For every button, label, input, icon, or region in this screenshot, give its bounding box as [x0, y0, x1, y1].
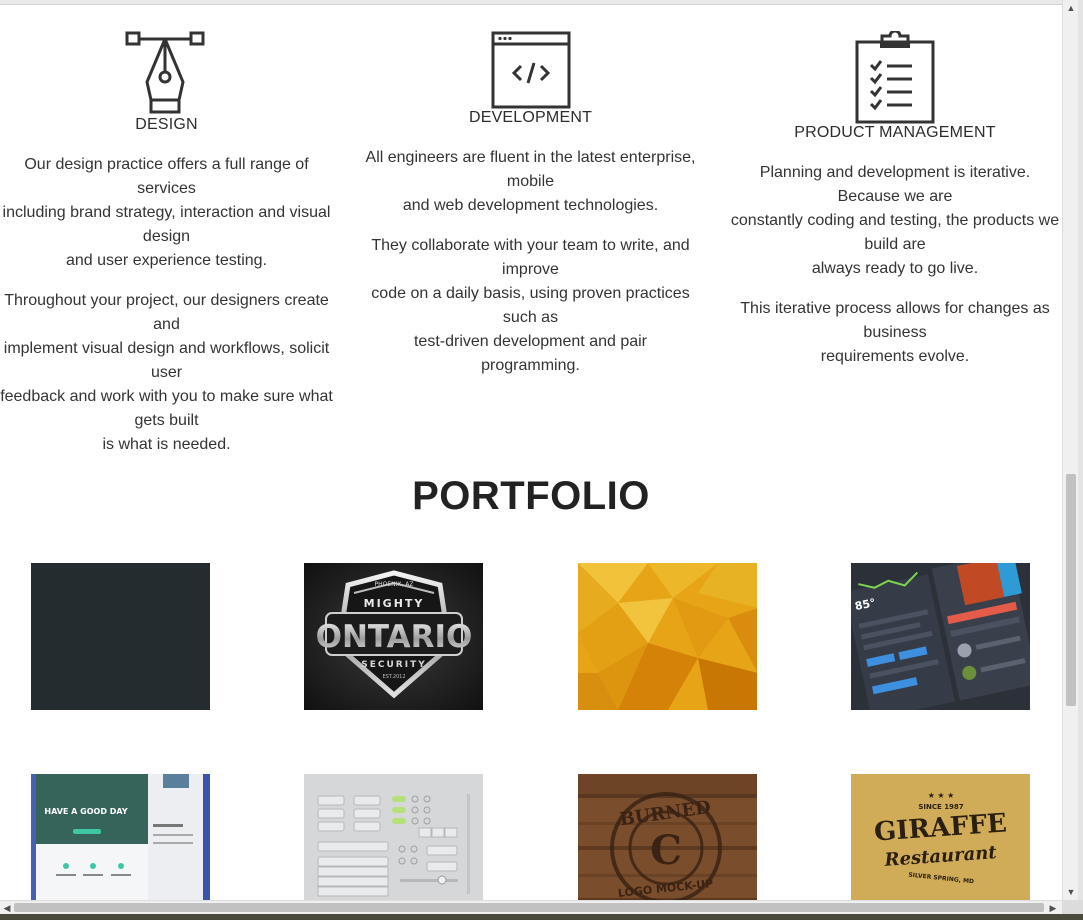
vertical-scrollbar[interactable]: ▲ ▼ — [1062, 0, 1079, 900]
scroll-down-arrow-icon[interactable]: ▼ — [1063, 884, 1079, 900]
pen-nib-icon — [125, 31, 204, 114]
service-design: DESIGN Our design practice offers a full… — [0, 30, 333, 473]
window-edge — [1078, 0, 1083, 900]
svg-text:SINCE 1987: SINCE 1987 — [918, 803, 963, 811]
svg-text:C: C — [650, 827, 682, 874]
scroll-up-arrow-icon[interactable]: ▲ — [1063, 0, 1079, 16]
svg-text:HAVE A GOOD DAY: HAVE A GOOD DAY — [44, 807, 127, 816]
service-title: DESIGN — [135, 116, 198, 133]
service-development: DEVELOPMENT All engineers are fluent in … — [363, 31, 698, 394]
svg-text:★ ★ ★: ★ ★ ★ — [928, 791, 955, 800]
service-product-management: PRODUCT MANAGEMENT Planning and developm… — [728, 31, 1062, 385]
service-paragraph: They collaborate with your team to write… — [371, 237, 690, 374]
horizontal-scrollbar-thumb[interactable] — [14, 903, 1044, 912]
desktop-strip — [0, 914, 1083, 920]
service-paragraph: Planning and development is iterative. B… — [730, 164, 1060, 277]
horizontal-scrollbar[interactable]: ◀ ▶ — [0, 900, 1062, 915]
service-paragraph: Our design practice offers a full range … — [2, 156, 331, 269]
portfolio-item-burned-logo[interactable]: BURNED C LOGO MOCK-UP — [578, 774, 757, 900]
scroll-right-arrow-icon[interactable]: ▶ — [1046, 901, 1060, 915]
svg-text:EST.2012: EST.2012 — [382, 674, 405, 680]
portfolio-item-mighty-ontario[interactable]: PHOENIX, AZ MIGHTY ONTARIO SECURITY EST.… — [304, 563, 483, 710]
svg-text:PHOENIX, AZ: PHOENIX, AZ — [374, 581, 413, 588]
svg-text:ONTARIO: ONTARIO — [316, 619, 473, 655]
service-paragraph: All engineers are fluent in the latest e… — [365, 149, 696, 214]
code-window-icon — [491, 31, 570, 109]
portfolio-heading: PORTFOLIO — [412, 474, 650, 518]
vertical-scrollbar-thumb[interactable] — [1066, 474, 1076, 706]
svg-text:MIGHTY: MIGHTY — [364, 597, 425, 610]
portfolio-item-have-a-good-day[interactable]: HAVE A GOOD DAY — [31, 774, 210, 900]
service-title: PRODUCT MANAGEMENT — [794, 124, 996, 141]
service-paragraph: Throughout your project, our designers c… — [0, 292, 333, 453]
scrollbar-corner — [1062, 900, 1083, 914]
portfolio-item-dark-slate[interactable] — [31, 563, 210, 710]
portfolio-item-dashboard-ui[interactable]: 85° — [851, 563, 1030, 710]
portfolio-item-golden-polygon[interactable] — [578, 563, 757, 710]
svg-text:SECURITY: SECURITY — [361, 660, 426, 670]
page-viewport: DESIGN Our design practice offers a full… — [0, 0, 1062, 900]
scroll-left-arrow-icon[interactable]: ◀ — [0, 901, 14, 915]
service-paragraph: This iterative process allows for change… — [740, 300, 1050, 365]
service-title: DEVELOPMENT — [468, 109, 593, 126]
top-border — [0, 0, 1062, 5]
portfolio-item-giraffe-restaurant[interactable]: SINCE 1987 ★ ★ ★ GIRAFFE Restaurant SILV… — [851, 774, 1030, 900]
portfolio-item-ui-kit[interactable] — [304, 774, 483, 900]
clipboard-checklist-icon — [855, 31, 935, 124]
